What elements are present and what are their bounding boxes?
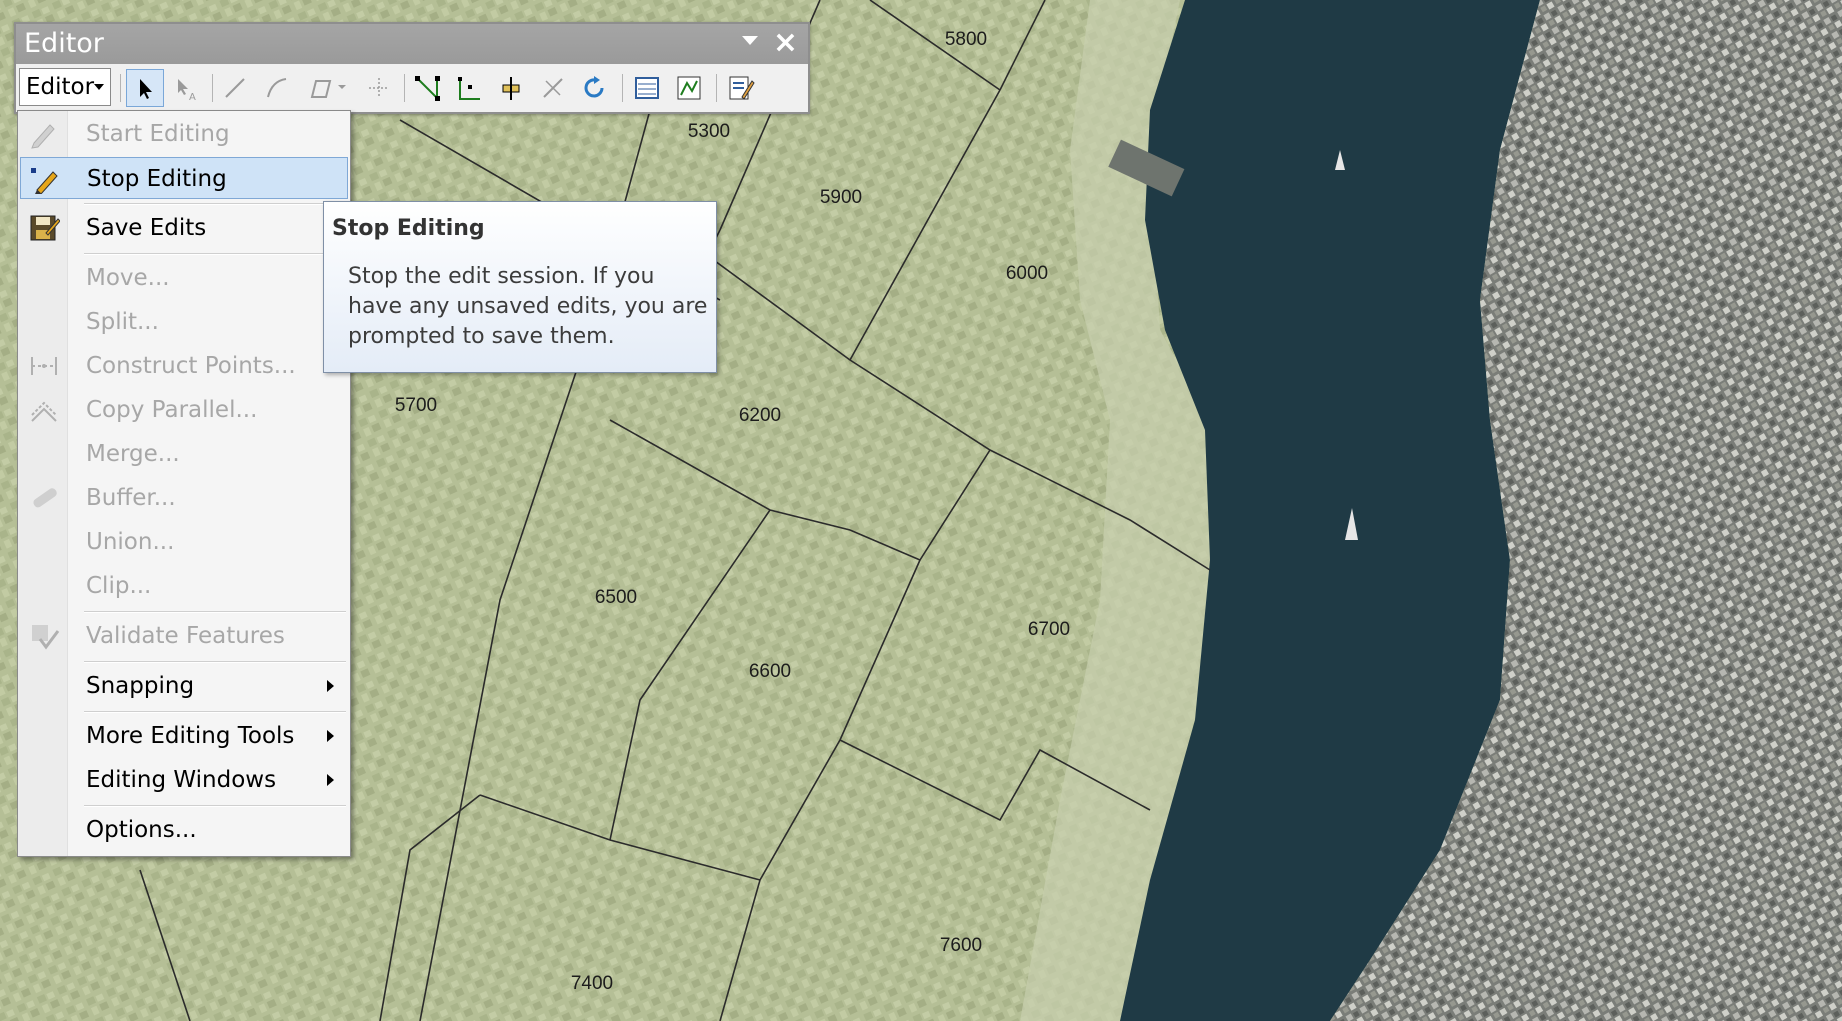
tooltip-title: Stop Editing	[332, 216, 485, 241]
edit-tool-icon[interactable]	[126, 69, 164, 107]
menu-item-label: Buffer...	[86, 485, 176, 511]
map-label-5900: 5900	[819, 187, 863, 208]
map-label-7600: 7600	[939, 935, 983, 956]
menu-item-label: Editing Windows	[86, 767, 277, 793]
map-label-6700: 6700	[1027, 619, 1071, 640]
point-tool-icon[interactable]	[360, 69, 398, 107]
menu-item-union[interactable]: Union...	[20, 521, 348, 563]
menu-item-snapping[interactable]: Snapping	[20, 665, 348, 707]
menu-item-split[interactable]: Split...	[20, 301, 348, 343]
copy-parallel-icon	[28, 395, 60, 425]
menu-item-label: Move...	[86, 265, 170, 291]
window-title: Editor	[24, 28, 104, 59]
menu-item-label: Clip...	[86, 573, 152, 599]
map-label-7400: 7400	[570, 973, 614, 994]
straight-segment-icon[interactable]	[216, 69, 254, 107]
menu-item-move[interactable]: Move...	[20, 257, 348, 299]
menu-item-label: Start Editing	[86, 121, 230, 147]
map-label-5300: 5300	[687, 121, 731, 142]
chevron-right-icon	[327, 774, 334, 786]
editor-titlebar[interactable]: Editor ×	[16, 24, 808, 64]
save-edits-icon	[28, 213, 61, 243]
editor-menu-button-label: Editor	[26, 74, 95, 100]
menu-item-label: Copy Parallel...	[86, 397, 258, 423]
menu-item-label: Merge...	[86, 441, 180, 467]
sketch-properties-icon[interactable]	[670, 69, 708, 107]
menu-item-label: Validate Features	[86, 623, 285, 649]
menu-item-label: Snapping	[86, 673, 195, 699]
menu-item-label: More Editing Tools	[86, 723, 295, 749]
chevron-down-icon	[94, 84, 104, 90]
chevron-right-icon	[327, 680, 334, 692]
editor-toolbar-window[interactable]: Editor × Editor A	[14, 22, 810, 114]
menu-item-copy-parallel[interactable]: Copy Parallel...	[20, 389, 348, 431]
menu-item-label: Options...	[86, 817, 197, 843]
validate-features-icon	[28, 621, 60, 651]
menu-item-save-edits[interactable]: Save Edits	[20, 207, 348, 249]
menu-item-start-editing[interactable]: Start Editing	[20, 113, 348, 155]
rotate-tool-icon[interactable]	[576, 69, 614, 107]
trace-tool-icon[interactable]	[300, 69, 356, 107]
map-label-6600: 6600	[748, 661, 792, 682]
menu-item-stop-editing[interactable]: Stop Editing	[20, 157, 348, 199]
attributes-icon[interactable]	[628, 69, 666, 107]
tooltip: Stop Editing Stop the edit session. If y…	[323, 201, 717, 373]
menu-item-label: Save Edits	[86, 215, 207, 241]
menu-item-label: Construct Points...	[86, 353, 296, 379]
map-label-6200: 6200	[738, 405, 782, 426]
tooltip-body: Stop the edit session. If you have any u…	[348, 264, 708, 349]
pencil-icon	[28, 119, 60, 149]
menu-item-construct-points[interactable]: Construct Points...	[20, 345, 348, 387]
end-point-arc-icon[interactable]	[258, 69, 296, 107]
editor-menu-button[interactable]: Editor	[19, 68, 111, 106]
menu-item-buffer[interactable]: Buffer...	[20, 477, 348, 519]
menu-item-label: Union...	[86, 529, 175, 555]
svg-text:A: A	[189, 92, 196, 103]
stop-editing-icon	[29, 164, 61, 195]
menu-item-more-editing-tools[interactable]: More Editing Tools	[20, 715, 348, 757]
menu-item-options[interactable]: Options...	[20, 809, 348, 851]
map-label-5800: 5800	[944, 29, 988, 50]
map-label-5700: 5700	[394, 395, 438, 416]
menu-item-label: Stop Editing	[87, 166, 227, 192]
edit-vertices-icon[interactable]	[408, 69, 446, 107]
create-features-icon[interactable]	[722, 69, 760, 107]
buffer-icon	[28, 483, 60, 513]
menu-item-validate-features[interactable]: Validate Features	[20, 615, 348, 657]
menu-item-label: Split...	[86, 309, 159, 335]
construct-points-icon	[28, 351, 60, 381]
menu-item-merge[interactable]: Merge...	[20, 433, 348, 475]
editor-toolbar: Editor A	[16, 64, 808, 112]
close-icon[interactable]: ×	[773, 26, 798, 60]
menu-item-editing-windows[interactable]: Editing Windows	[20, 759, 348, 801]
titlebar-dropdown-icon[interactable]	[742, 36, 758, 45]
map-label-6500: 6500	[594, 587, 638, 608]
chevron-right-icon	[327, 730, 334, 742]
menu-item-clip[interactable]: Clip...	[20, 565, 348, 607]
editor-dropdown-menu: Start Editing Stop Editing Save Edits Mo…	[17, 110, 351, 857]
cut-polygons-icon[interactable]	[492, 69, 530, 107]
annotation-edit-tool-icon[interactable]: A	[168, 69, 206, 107]
map-label-6000: 6000	[1005, 263, 1049, 284]
reshape-feature-icon[interactable]	[450, 69, 488, 107]
split-tool-icon[interactable]	[534, 69, 572, 107]
